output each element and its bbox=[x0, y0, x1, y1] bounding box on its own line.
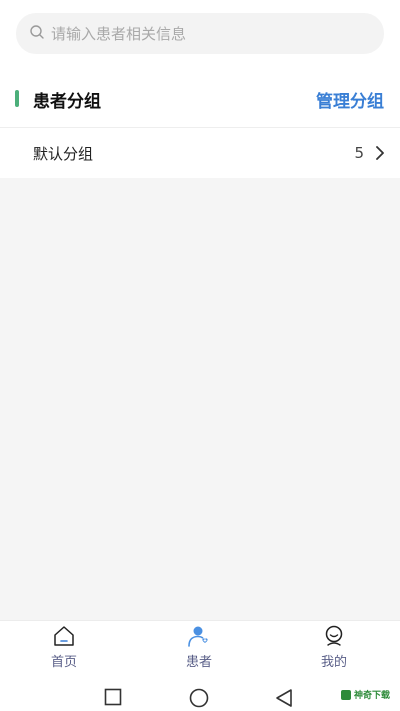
system-navigation-bar: 神奇下载 bbox=[0, 672, 400, 711]
section-title: 患者分组 bbox=[33, 92, 101, 112]
search-icon bbox=[29, 24, 45, 44]
group-name: 默认分组 bbox=[33, 145, 94, 163]
tab-patients[interactable]: 患者 bbox=[149, 621, 249, 673]
tab-label: 患者 bbox=[185, 655, 212, 670]
tab-mine[interactable]: 我的 bbox=[284, 621, 384, 673]
bottom-tab-bar: 首页 患者 我的 bbox=[0, 620, 400, 672]
manage-groups-button[interactable]: 管理分组 bbox=[316, 87, 384, 112]
tab-home[interactable]: 首页 bbox=[14, 621, 114, 673]
watermark-icon bbox=[340, 689, 351, 700]
tab-label: 我的 bbox=[320, 655, 347, 670]
group-row-default[interactable]: 默认分组 5 bbox=[0, 128, 400, 178]
watermark-text: 神奇下载 bbox=[353, 691, 390, 701]
tab-label: 首页 bbox=[50, 655, 77, 670]
section-header: 患者分组 管理分组 bbox=[0, 82, 400, 116]
search-input[interactable] bbox=[51, 24, 351, 43]
section-accent-bar bbox=[15, 90, 19, 107]
search-bar[interactable] bbox=[16, 13, 384, 54]
watermark-logo: 神奇下载 bbox=[340, 688, 390, 701]
group-count: 5 bbox=[354, 144, 364, 162]
header-area: 患者分组 管理分组 默认分组 5 bbox=[0, 0, 400, 178]
